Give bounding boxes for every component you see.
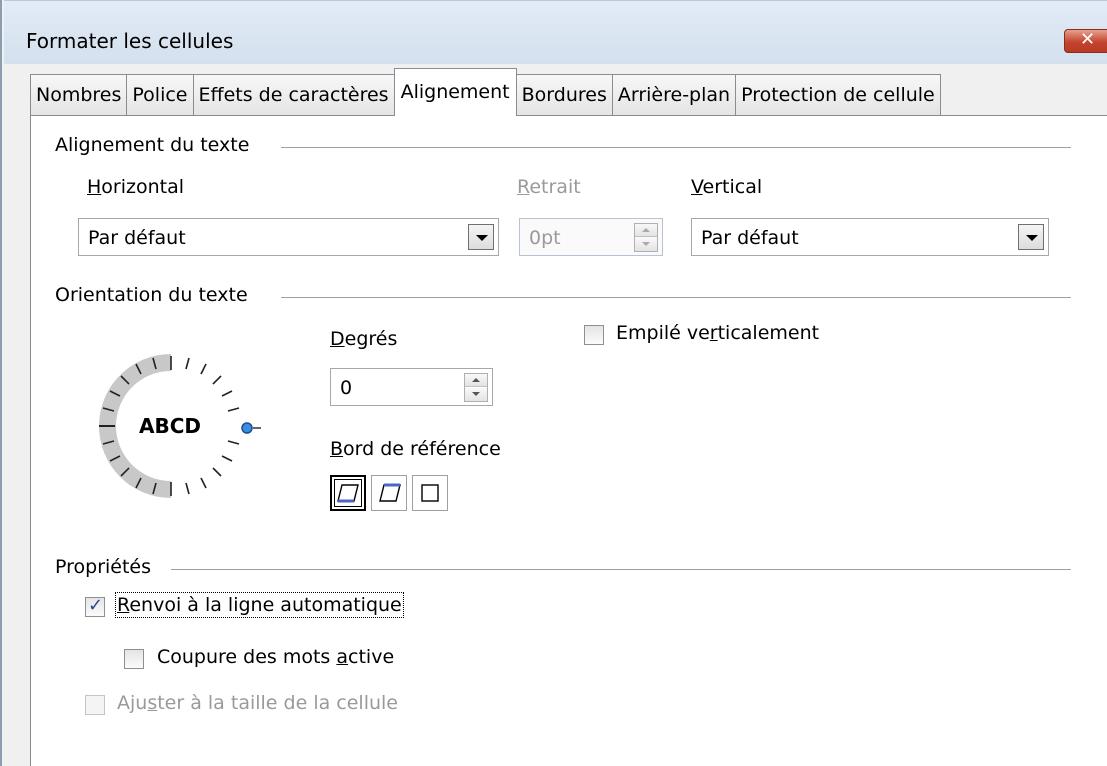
reference-edge-top-button[interactable]: [371, 475, 407, 511]
close-icon: ✕: [1079, 29, 1096, 50]
shrink-to-fit-label: Ajuster à la taille de la cellule: [117, 692, 398, 714]
reference-edge-label: Bord de référence: [330, 438, 501, 460]
horizontal-label: Horizontal: [87, 176, 185, 198]
vertical-label: Vertical: [691, 176, 763, 198]
degrees-spinbox[interactable]: 0: [330, 368, 493, 406]
hyphenation-label[interactable]: Coupure des mots active: [157, 646, 394, 668]
horizontal-select[interactable]: Par défaut: [78, 218, 499, 256]
edge-inside-icon: [421, 484, 439, 502]
edge-top-icon: [379, 483, 401, 502]
tab-bordures[interactable]: Bordures: [515, 74, 612, 116]
degrees-label: Degrés: [330, 328, 398, 350]
dialog-window: Formater les cellules ✕ Nombres Police E…: [0, 0, 1107, 766]
indent-spin-buttons: [634, 223, 658, 252]
chevron-down-icon[interactable]: [468, 224, 494, 250]
hyphenation-checkbox[interactable]: [124, 649, 144, 669]
chevron-down-icon[interactable]: [1018, 224, 1044, 250]
indent-label: Retrait: [517, 176, 581, 198]
section-title-orientation: Orientation du texte: [55, 284, 256, 306]
section-divider: [171, 569, 1071, 570]
indent-spinbox: 0pt: [519, 218, 663, 256]
edge-bottom-icon: [337, 484, 359, 503]
spin-down-icon: [635, 238, 657, 251]
close-button[interactable]: ✕: [1064, 29, 1107, 53]
indent-value: 0pt: [529, 227, 561, 249]
spin-down-icon[interactable]: [465, 388, 487, 401]
shrink-to-fit-checkbox: [85, 695, 105, 715]
degrees-value: 0: [340, 377, 353, 399]
vertical-select[interactable]: Par défaut: [691, 218, 1049, 256]
dialog-title: Formater les cellules: [26, 29, 234, 53]
tab-bar: Nombres Police Effets de caractères Alig…: [30, 68, 941, 116]
degrees-spin-buttons[interactable]: [464, 373, 488, 402]
orientation-dial[interactable]: ABCD: [71, 336, 271, 526]
vertical-select-value: Par défaut: [701, 227, 799, 249]
tab-protection-cellule[interactable]: Protection de cellule: [735, 74, 941, 116]
tab-police[interactable]: Police: [126, 74, 193, 116]
dial-sample-text: ABCD: [139, 414, 202, 438]
stacked-vertically-label[interactable]: Empilé verticalement: [616, 322, 819, 344]
tab-alignement[interactable]: Alignement: [393, 68, 517, 116]
dial-pointer-icon: [241, 422, 253, 434]
tab-panel-alignement: Alignement du texte Horizontal Par défau…: [30, 115, 1107, 766]
tab-nombres[interactable]: Nombres: [30, 74, 127, 116]
wrap-text-checkbox[interactable]: [85, 595, 105, 617]
tab-effets-caracteres[interactable]: Effets de caractères: [192, 74, 394, 116]
stacked-vertically-checkbox[interactable]: [584, 325, 604, 345]
section-title-properties: Propriétés: [55, 556, 160, 578]
section-divider: [281, 147, 1071, 148]
horizontal-select-value: Par défaut: [88, 227, 186, 249]
title-bar: Formater les cellules ✕: [4, 0, 1107, 64]
section-title-text-alignment: Alignement du texte: [55, 134, 258, 156]
spin-up-icon: [635, 224, 657, 237]
spin-up-icon[interactable]: [465, 374, 487, 387]
reference-edge-inside-button[interactable]: [412, 475, 448, 511]
section-divider: [281, 297, 1071, 298]
reference-edge-bottom-button[interactable]: [330, 475, 366, 511]
tab-arriere-plan[interactable]: Arrière-plan: [611, 74, 736, 116]
wrap-text-label[interactable]: Renvoi à la ligne automatique: [115, 592, 404, 618]
